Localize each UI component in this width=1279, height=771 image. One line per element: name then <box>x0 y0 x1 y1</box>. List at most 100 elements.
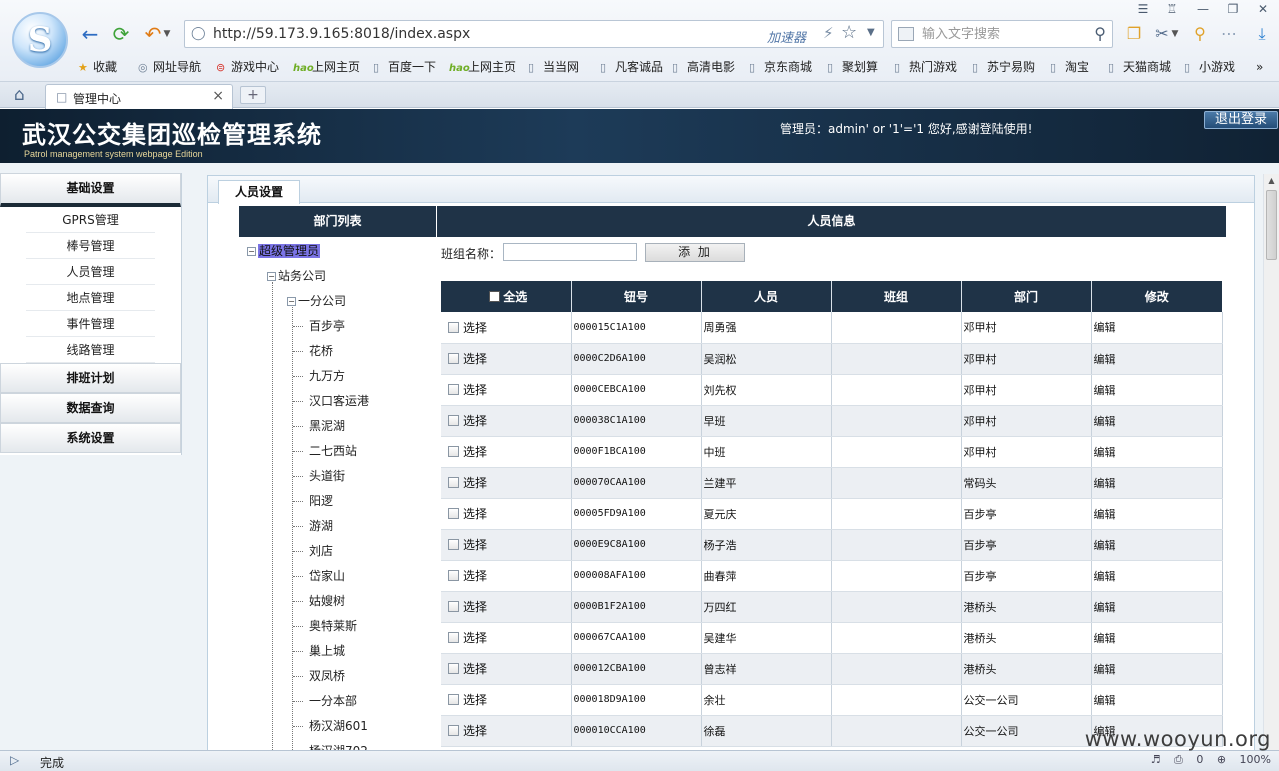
menu-icon[interactable]: ☰ <box>1132 0 1154 18</box>
tree-node-leaf[interactable]: 阳逻 <box>309 492 333 510</box>
search-icon[interactable]: ⚲ <box>1094 24 1106 43</box>
home-icon[interactable]: ⌂ <box>14 85 25 105</box>
add-button[interactable]: 添 加 <box>645 243 745 262</box>
browser-logo[interactable]: S <box>12 12 68 68</box>
tree-node-leaf[interactable]: 巢上城 <box>309 642 345 660</box>
more-icon[interactable]: ⋯ <box>1219 24 1239 44</box>
chevron-down-icon[interactable]: ▼ <box>162 22 172 46</box>
bookmark-item[interactable]: ▯ 京东商城 <box>749 58 812 77</box>
tree-node-leaf[interactable]: 姑嫂树 <box>309 592 345 610</box>
edit-link[interactable]: 编辑 <box>1091 374 1223 406</box>
tree-node-leaf[interactable]: 岱家山 <box>309 567 345 585</box>
tree-node-leaf[interactable]: 二七西站 <box>309 442 357 460</box>
bookmark-item[interactable]: ◎ 网址导航 <box>138 58 201 77</box>
tree-node-leaf[interactable]: 一分本部 <box>309 692 357 710</box>
zoom-icon[interactable]: ⊕ <box>1217 753 1226 766</box>
edit-link[interactable]: 编辑 <box>1091 653 1223 685</box>
bookmark-item[interactable]: hao上网主页 <box>293 58 360 78</box>
restore-icon[interactable]: ❐ <box>1222 0 1244 18</box>
edit-link[interactable]: 编辑 <box>1091 684 1223 716</box>
edit-link[interactable]: 编辑 <box>1091 498 1223 530</box>
new-tab-button[interactable]: + <box>240 86 266 104</box>
tree-node-leaf[interactable]: 杨汉湖702 <box>309 742 368 750</box>
edit-link[interactable]: 编辑 <box>1091 591 1223 623</box>
bookmark-item[interactable]: ▯ 苏宁易购 <box>972 58 1035 77</box>
sidebar-item[interactable]: GPRS管理 <box>26 207 155 233</box>
bookmark-item[interactable]: ▯ 小游戏 <box>1184 58 1235 77</box>
tree-node-leaf[interactable]: 百步亭 <box>309 317 345 335</box>
edit-link[interactable]: 编辑 <box>1091 622 1223 654</box>
bookmark-item[interactable]: ▯ 凡客诚品 <box>600 58 663 77</box>
select-all-header[interactable]: 全选 <box>441 281 572 312</box>
row-checkbox[interactable] <box>448 477 459 488</box>
tree-node-leaf[interactable]: 花桥 <box>309 342 333 360</box>
tree-node-leaf[interactable]: 汉口客运港 <box>309 392 369 410</box>
sidebar-item[interactable]: 棒号管理 <box>26 233 155 259</box>
collapse-icon[interactable]: − <box>267 272 276 281</box>
bookmark-item[interactable]: ▯ 热门游戏 <box>894 58 957 77</box>
menu-head-data-query[interactable]: 数据查询 <box>0 393 181 423</box>
bookmark-item[interactable]: ★ 收藏 <box>78 58 117 77</box>
chevron-down-icon[interactable]: ▼ <box>1170 24 1180 44</box>
row-checkbox[interactable] <box>448 539 459 550</box>
refresh-icon[interactable]: ⟳ <box>109 22 133 46</box>
share-icon[interactable]: ❐ <box>1124 24 1144 44</box>
edit-link[interactable]: 编辑 <box>1091 529 1223 561</box>
tree-node-leaf[interactable]: 奥特莱斯 <box>309 617 357 635</box>
scroll-up-icon[interactable]: ▲ <box>1264 174 1279 188</box>
logout-button[interactable]: 退出登录 <box>1204 111 1278 129</box>
back-arrow-icon[interactable]: ← <box>78 22 102 46</box>
scissors-icon[interactable]: ✂ <box>1152 24 1172 44</box>
row-checkbox[interactable] <box>448 415 459 426</box>
row-checkbox[interactable] <box>448 601 459 612</box>
row-checkbox[interactable] <box>448 508 459 519</box>
close-icon[interactable]: ✕ <box>1252 0 1274 18</box>
bolt-icon[interactable]: ⚡ <box>823 24 834 42</box>
zoom-level[interactable]: 100% <box>1240 753 1271 766</box>
key-icon[interactable]: ⚲ <box>1190 24 1210 44</box>
address-bar[interactable]: ◯ 加速器 ⚡ ☆ ▼ <box>184 20 884 48</box>
tree-node-branch[interactable]: − 一分公司 <box>287 292 346 310</box>
minimize-icon[interactable]: — <box>1192 0 1214 18</box>
search-input[interactable] <box>922 25 1082 43</box>
page-scrollbar[interactable]: ▲ <box>1263 174 1279 750</box>
bookmark-item[interactable]: ▯ 淘宝 <box>1050 58 1089 77</box>
row-checkbox[interactable] <box>448 321 459 333</box>
scroll-thumb[interactable] <box>1266 190 1277 260</box>
select-all-checkbox[interactable] <box>489 291 501 302</box>
printer-icon[interactable]: ⎙ <box>1174 753 1183 766</box>
accelerator-label[interactable]: 加速器 <box>767 27 806 46</box>
tree-node-leaf[interactable]: 游湖 <box>309 517 333 535</box>
bookmark-item[interactable]: ▯ 天猫商城 <box>1108 58 1171 77</box>
sidebar-item[interactable]: 事件管理 <box>26 311 155 337</box>
row-checkbox[interactable] <box>448 663 459 674</box>
sidebar-item[interactable]: 地点管理 <box>26 285 155 311</box>
row-checkbox[interactable] <box>448 353 459 364</box>
speaker-icon[interactable]: ♬ <box>1151 753 1161 766</box>
tree-node-leaf[interactable]: 头道街 <box>309 467 345 485</box>
bookmarks-more-icon[interactable]: » <box>1256 58 1263 76</box>
row-checkbox[interactable] <box>448 384 459 395</box>
download-icon[interactable]: ⤓ <box>1252 24 1272 44</box>
bookmark-item[interactable]: ▯ 百度一下 <box>373 58 436 77</box>
browser-tab[interactable]: □ 管理中心 × <box>45 84 233 109</box>
bookmark-item[interactable]: ▯ 当当网 <box>528 58 579 77</box>
edit-link[interactable]: 编辑 <box>1091 343 1223 375</box>
star-icon[interactable]: ☆ <box>841 22 857 43</box>
tab-personnel-settings[interactable]: 人员设置 <box>218 180 300 204</box>
bookmark-item[interactable]: hao上网主页 <box>449 58 516 78</box>
download-count[interactable]: 0 <box>1196 753 1203 766</box>
skin-icon[interactable]: ♖ <box>1161 0 1183 18</box>
sidebar-item[interactable]: 人员管理 <box>26 259 155 285</box>
row-checkbox[interactable] <box>448 446 459 457</box>
bookmark-item[interactable]: ▯ 聚划算 <box>827 58 878 77</box>
collapse-icon[interactable]: − <box>247 247 256 256</box>
sidebar-item[interactable]: 线路管理 <box>26 337 155 363</box>
edit-link[interactable]: 编辑 <box>1091 560 1223 592</box>
edit-link[interactable]: 编辑 <box>1091 312 1223 344</box>
collapse-icon[interactable]: − <box>287 297 296 306</box>
close-icon[interactable]: × <box>212 88 224 104</box>
row-checkbox[interactable] <box>448 725 459 736</box>
tree-node-root[interactable]: − 超级管理员 <box>247 242 321 260</box>
bookmark-item[interactable]: ▯ 高清电影 <box>672 58 735 77</box>
